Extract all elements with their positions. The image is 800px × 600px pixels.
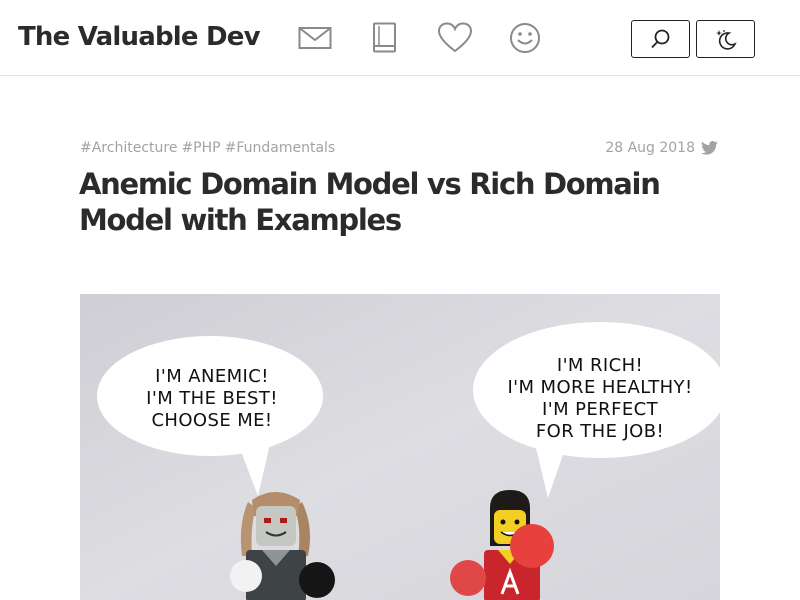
left-bubble-line-2: I'M THE BEST! (146, 388, 278, 409)
left-bubble-line-1: I'M ANEMIC! (155, 366, 269, 387)
tag-list: #Architecture #PHP #Fundamentals (80, 138, 339, 158)
tag-architecture[interactable]: #Architecture (80, 140, 177, 156)
right-bubble-line-2: I'M MORE HEALTHY! (507, 377, 692, 398)
tag-fundamentals[interactable]: #Fundamentals (225, 140, 336, 156)
search-button[interactable] (631, 20, 690, 58)
right-bubble-line-4: FOR THE JOB! (536, 421, 664, 442)
heart-icon[interactable] (437, 21, 473, 55)
right-bubble-line-3: I'M PERFECT (542, 399, 659, 420)
theme-toggle-icon (715, 30, 737, 50)
date-share: 28 Aug 2018 (605, 138, 718, 158)
tag-php[interactable]: #PHP (181, 140, 220, 156)
right-bubble-line-1: I'M RICH! (557, 355, 643, 376)
theme-toggle-button[interactable] (696, 20, 755, 58)
site-header: The Valuable Dev (0, 0, 800, 76)
post-title: Anemic Domain Model vs Rich Domain Model… (79, 167, 661, 237)
left-bubble-line-3: CHOOSE ME! (151, 410, 272, 431)
search-icon (650, 29, 669, 49)
post-date: 28 Aug 2018 (605, 140, 695, 156)
site-title-link[interactable]: The Valuable Dev (18, 20, 261, 54)
twitter-icon[interactable] (701, 141, 718, 155)
hero-image: I'M ANEMIC! I'M THE BEST! CHOOSE ME! I'M… (80, 294, 720, 600)
post-meta: #Architecture #PHP #Fundamentals 28 Aug 20… (80, 138, 720, 158)
smile-icon[interactable] (507, 21, 543, 55)
mail-icon[interactable] (297, 21, 333, 55)
book-icon[interactable] (367, 21, 403, 55)
